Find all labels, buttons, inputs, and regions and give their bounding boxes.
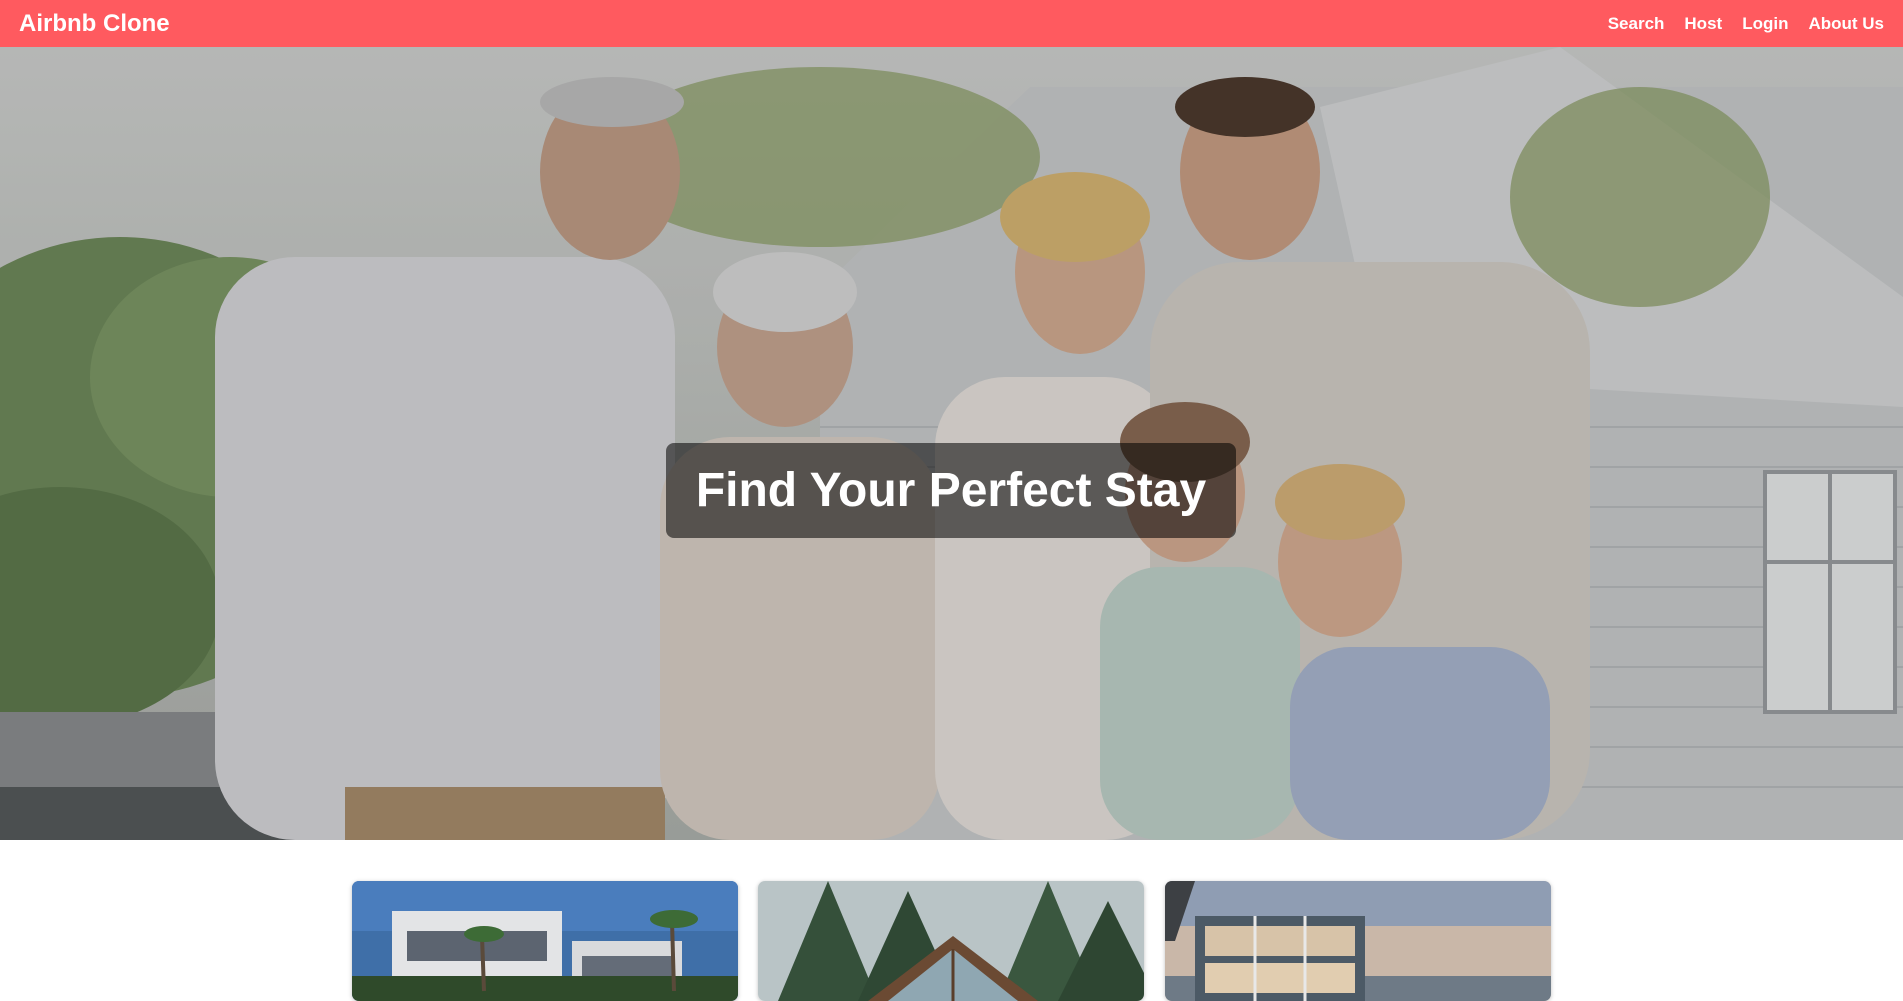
listing-image-cabin: [758, 881, 1144, 1001]
listing-card-1[interactable]: [352, 881, 738, 1001]
listing-image-glass-house: [1165, 881, 1551, 1001]
hero-title-box: Find Your Perfect Stay: [666, 443, 1236, 538]
listing-card-2[interactable]: [758, 881, 1144, 1001]
hero-title: Find Your Perfect Stay: [695, 464, 1207, 517]
nav-link-search[interactable]: Search: [1608, 14, 1665, 34]
nav-links: Search Host Login About Us: [1608, 14, 1884, 34]
nav-link-host[interactable]: Host: [1684, 14, 1722, 34]
listing-image-villa: [352, 881, 738, 1001]
brand-logo[interactable]: Airbnb Clone: [19, 10, 170, 38]
nav-link-login[interactable]: Login: [1742, 14, 1788, 34]
nav-link-about-us[interactable]: About Us: [1808, 14, 1884, 34]
listing-card-3[interactable]: [1165, 881, 1551, 1001]
navbar: Airbnb Clone Search Host Login About Us: [0, 0, 1903, 47]
listing-cards: [352, 881, 1551, 1001]
hero-section: Find Your Perfect Stay: [0, 47, 1903, 840]
